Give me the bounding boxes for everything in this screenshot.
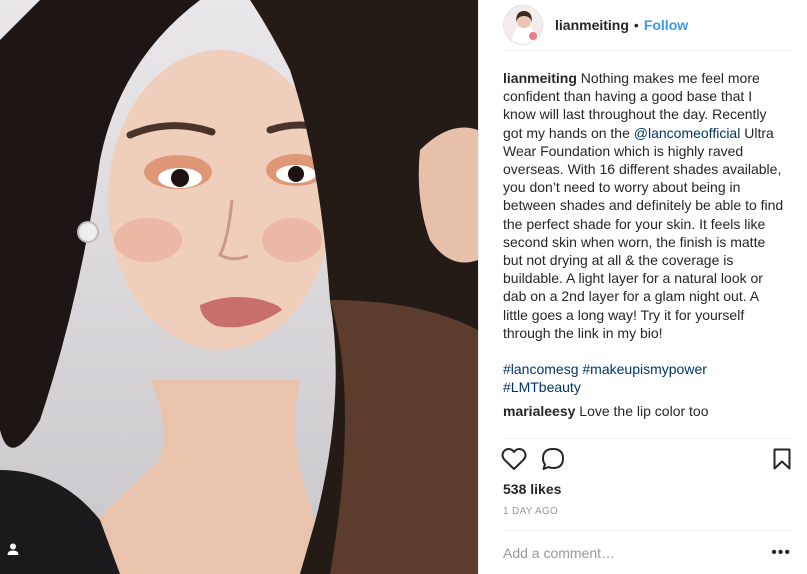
post-photo[interactable] xyxy=(0,0,478,574)
hashtags: #lancomesg #makeupismypower #LMTbeauty xyxy=(503,360,787,396)
instagram-post: lianmeiting • Follow lianmeiting Nothing… xyxy=(0,0,807,574)
caption-body-2: Ultra Wear Foundation which is highly ra… xyxy=(503,124,784,341)
separator-dot: • xyxy=(633,17,639,33)
comment-username[interactable]: marialeesy xyxy=(503,403,575,419)
comment-text: Love the lip color too xyxy=(579,403,709,420)
username-link[interactable]: lianmeiting xyxy=(555,17,629,33)
more-options-icon[interactable]: ••• xyxy=(771,544,791,562)
hashtag-link[interactable]: #LMTbeauty xyxy=(503,379,581,395)
post-header: lianmeiting • Follow xyxy=(479,0,807,50)
portrait-illustration xyxy=(0,0,478,574)
add-comment-section: ••• xyxy=(503,530,791,574)
post-date[interactable]: 1 DAY AGO xyxy=(503,506,558,517)
hashtag-link[interactable]: #lancomesg xyxy=(503,361,579,377)
comment-item: marialeesy Love the lip color too xyxy=(503,402,787,420)
heart-icon[interactable] xyxy=(501,447,527,471)
likes-count[interactable]: 538 likes xyxy=(503,481,561,497)
action-bar xyxy=(501,438,791,478)
caption-text: lianmeiting Nothing makes me feel more c… xyxy=(503,69,787,342)
tagged-people-button[interactable] xyxy=(6,542,32,568)
caption-username[interactable]: lianmeiting xyxy=(503,70,577,86)
avatar[interactable] xyxy=(503,5,543,45)
caption-block: lianmeiting Nothing makes me feel more c… xyxy=(503,69,787,421)
header-divider xyxy=(503,50,791,51)
follow-button[interactable]: Follow xyxy=(644,17,688,33)
post-sidebar: lianmeiting • Follow lianmeiting Nothing… xyxy=(478,0,807,574)
comment-bubble-icon[interactable] xyxy=(541,447,565,471)
mention-link[interactable]: @lancomeofficial xyxy=(634,125,741,141)
hashtag-link[interactable]: #makeupismypower xyxy=(582,361,707,377)
add-comment-input[interactable] xyxy=(503,544,764,561)
bookmark-icon[interactable] xyxy=(773,448,791,470)
